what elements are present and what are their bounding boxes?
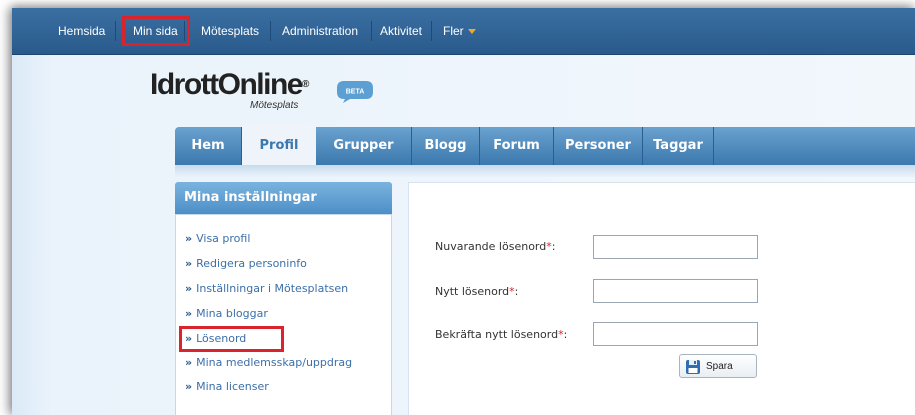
double-chevron-right-icon: » bbox=[185, 232, 193, 245]
field-label-text: Bekräfta nytt lösenord bbox=[435, 328, 559, 341]
logo-wordmark: IdrottOnline® bbox=[150, 68, 309, 102]
sidebar-item-installningar[interactable]: » Inställningar i Mötesplatsen bbox=[182, 279, 348, 299]
settings-sidebar: Mina inställningar » Visa profil » Rediger… bbox=[175, 182, 392, 415]
tab-hem[interactable]: Hem bbox=[175, 127, 242, 165]
save-button-label: Spara bbox=[706, 361, 733, 372]
double-chevron-right-icon: » bbox=[185, 356, 193, 369]
tab-taggar[interactable]: Taggar bbox=[643, 127, 714, 165]
double-chevron-right-icon: » bbox=[185, 307, 193, 320]
topnav-administration[interactable]: Administration bbox=[276, 21, 372, 41]
tab-blogg[interactable]: Blogg bbox=[412, 127, 480, 165]
beta-badge-label: BETA bbox=[346, 89, 365, 96]
main-tab-bar: Hem Profil Grupper Blogg Forum Personer … bbox=[175, 123, 915, 165]
sidebar-item-label: Mina bloggar bbox=[196, 307, 268, 320]
new-password-input[interactable] bbox=[593, 279, 758, 303]
logo-registered-mark: ® bbox=[301, 79, 310, 90]
confirm-password-label: Bekräfta nytt lösenord*: bbox=[435, 325, 567, 345]
double-chevron-right-icon: » bbox=[185, 332, 193, 345]
browser-viewport: Hemsida Min sida Mötesplats Administrati… bbox=[12, 8, 915, 415]
double-chevron-right-icon: » bbox=[185, 380, 193, 393]
logo-name: IdrottOnline bbox=[150, 68, 303, 101]
current-password-label: Nuvarande lösenord*: bbox=[435, 237, 555, 257]
tab-personer[interactable]: Personer bbox=[554, 127, 643, 165]
current-password-input[interactable] bbox=[593, 235, 758, 259]
field-label-suffix: : bbox=[551, 240, 556, 253]
topnav-min-sida[interactable]: Min sida bbox=[122, 16, 190, 46]
sidebar-item-label: Visa profil bbox=[196, 232, 251, 245]
caret-down-icon bbox=[467, 29, 476, 35]
field-label-text: Nytt lösenord bbox=[435, 285, 510, 298]
speech-bubble-icon: BETA bbox=[337, 81, 373, 103]
sidebar-item-mina-licenser[interactable]: » Mina licenser bbox=[182, 377, 269, 397]
new-password-label: Nytt lösenord*: bbox=[435, 282, 518, 302]
topnav-fler[interactable]: Fler bbox=[437, 21, 487, 41]
sidebar-links: » Visa profil » Redigera personinfo » Instä… bbox=[175, 214, 392, 415]
sidebar-item-medlemsskap[interactable]: » Mina medlemsskap/uppdrag bbox=[182, 353, 352, 373]
sidebar-item-losenord[interactable]: » Lösenord bbox=[179, 326, 284, 352]
tab-profil[interactable]: Profil bbox=[242, 123, 316, 165]
top-navigation-bar: Hemsida Min sida Mötesplats Administrati… bbox=[12, 8, 915, 55]
tab-forum[interactable]: Forum bbox=[480, 127, 554, 165]
sidebar-item-label: Redigera personinfo bbox=[196, 257, 307, 270]
sidebar-item-label: Mina medlemsskap/uppdrag bbox=[196, 356, 353, 369]
sidebar-item-label: Inställningar i Mötesplatsen bbox=[196, 282, 349, 295]
logo-subtitle: Mötesplats bbox=[250, 100, 299, 111]
topnav-hemsida[interactable]: Hemsida bbox=[52, 21, 116, 41]
password-form-panel: Nuvarande lösenord*: Nytt lösenord*: Bek… bbox=[408, 182, 915, 415]
sidebar-item-mina-bloggar[interactable]: » Mina bloggar bbox=[182, 304, 268, 324]
field-label-text: Nuvarande lösenord bbox=[435, 240, 547, 253]
confirm-password-input[interactable] bbox=[593, 322, 758, 346]
sidebar-item-redigera-personinfo[interactable]: » Redigera personinfo bbox=[182, 254, 307, 274]
field-label-suffix: : bbox=[563, 328, 568, 341]
sidebar-item-label: Mina licenser bbox=[196, 380, 269, 393]
sidebar-item-visa-profil[interactable]: » Visa profil bbox=[182, 229, 250, 249]
double-chevron-right-icon: » bbox=[185, 257, 193, 270]
sidebar-item-label: Lösenord bbox=[196, 332, 247, 345]
topnav-motesplats[interactable]: Mötesplats bbox=[195, 21, 271, 41]
double-chevron-right-icon: » bbox=[185, 282, 193, 295]
save-button[interactable]: Spara bbox=[679, 354, 757, 378]
floppy-disk-icon bbox=[686, 360, 700, 374]
site-logo[interactable]: IdrottOnline® Mötesplats BETA bbox=[150, 68, 380, 118]
topnav-aktivitet[interactable]: Aktivitet bbox=[374, 21, 432, 41]
field-label-suffix: : bbox=[514, 285, 519, 298]
topnav-fler-label: Fler bbox=[443, 24, 464, 38]
sidebar-title: Mina inställningar bbox=[175, 182, 392, 214]
tab-bar-shadow bbox=[175, 165, 915, 177]
tab-grupper[interactable]: Grupper bbox=[316, 127, 412, 165]
